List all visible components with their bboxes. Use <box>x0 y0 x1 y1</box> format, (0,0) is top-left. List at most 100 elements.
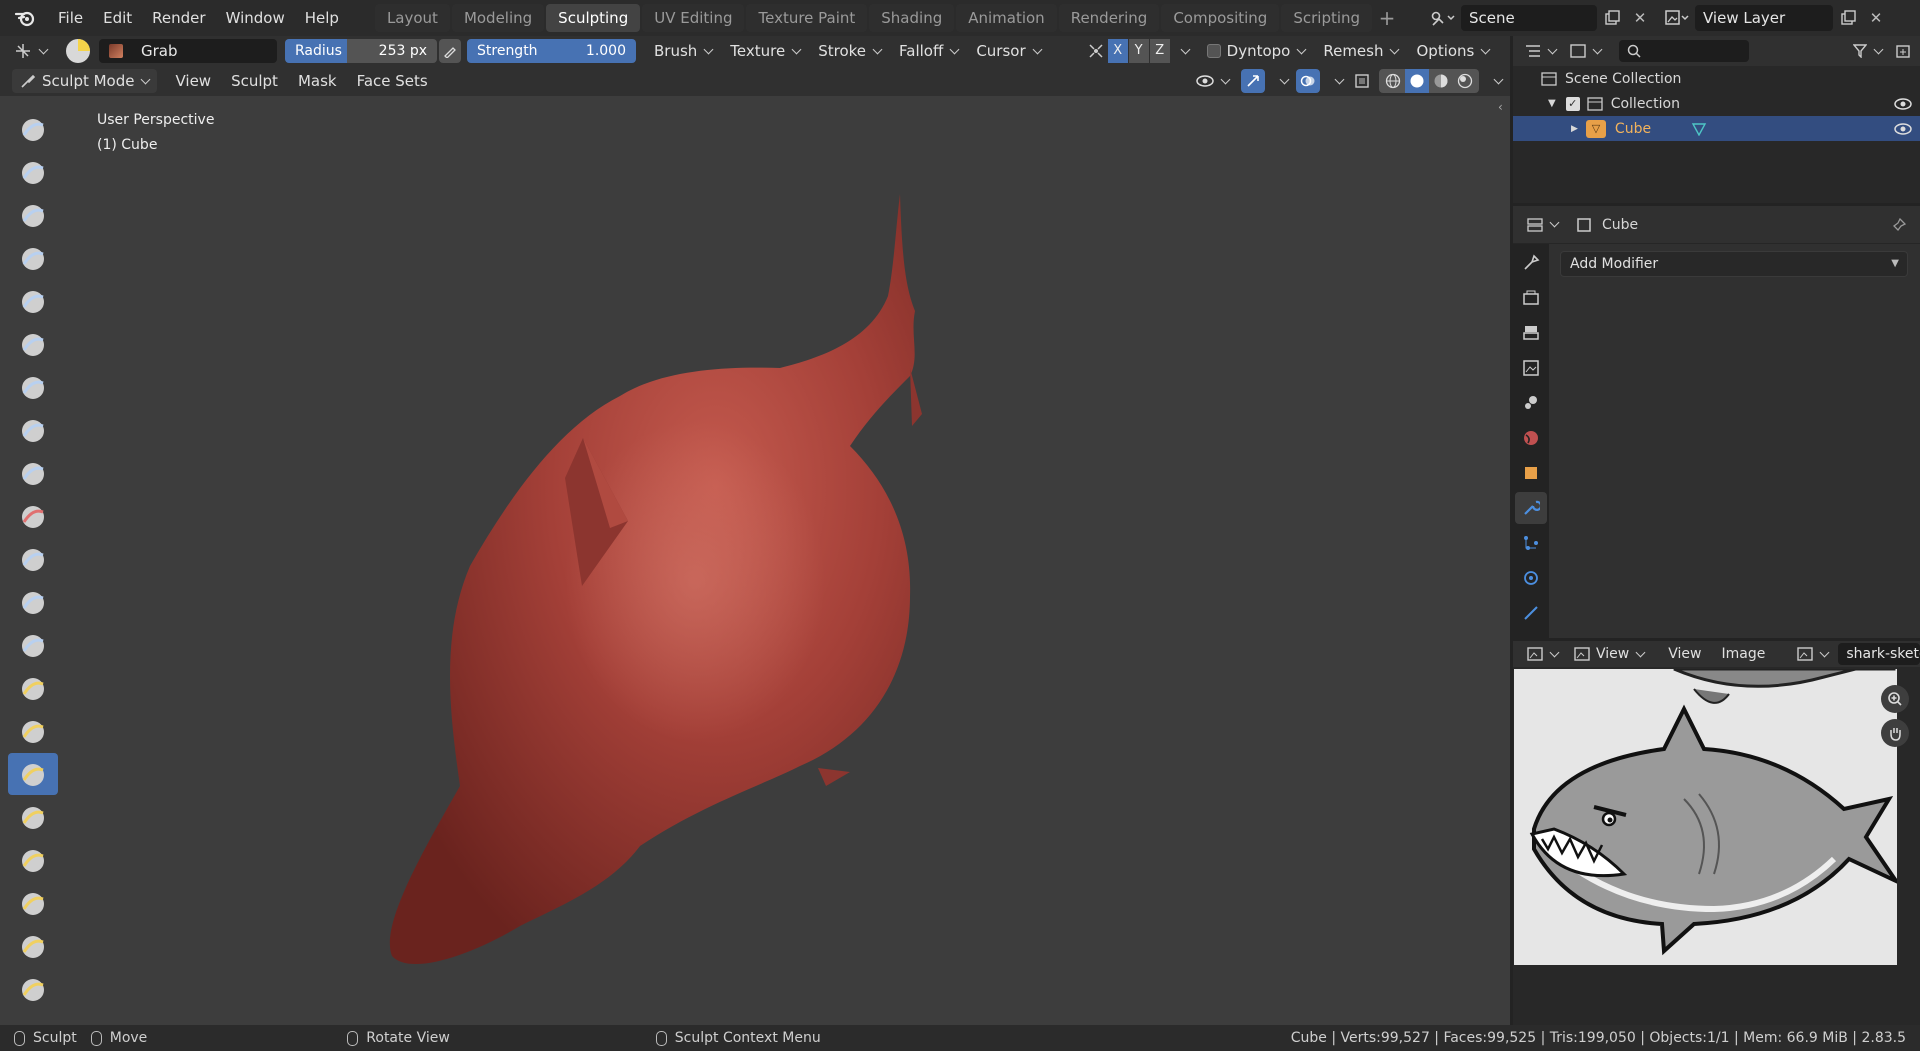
visibility-eye-icon[interactable] <box>1894 97 1912 110</box>
pin-icon[interactable] <box>1892 217 1906 232</box>
modifier-tab-icon[interactable] <box>1515 492 1547 524</box>
visibility-eye-icon[interactable] <box>1894 122 1912 135</box>
brush-menu[interactable]: Brush <box>648 39 718 63</box>
view-layer-icon[interactable] <box>1659 4 1695 32</box>
shading-dropdown[interactable] <box>1485 69 1504 93</box>
blender-logo-icon[interactable] <box>10 3 40 33</box>
output-tab-icon[interactable] <box>1515 317 1547 349</box>
delete-view-layer-icon[interactable]: ✕ <box>1863 5 1889 31</box>
image-name-field[interactable]: shark-sketche <box>1838 643 1920 665</box>
tab-texture-paint[interactable]: Texture Paint <box>746 4 868 32</box>
reference-image-canvas[interactable] <box>1514 669 1897 965</box>
delete-scene-icon[interactable]: ✕ <box>1627 5 1653 31</box>
tab-shading[interactable]: Shading <box>869 4 955 32</box>
particles-tab-icon[interactable] <box>1515 527 1547 559</box>
menu-sculpt[interactable]: Sculpt <box>225 69 284 93</box>
tab-layout[interactable]: Layout <box>374 4 450 32</box>
constraints-tab-icon[interactable] <box>1515 597 1547 629</box>
display-mode-icon[interactable] <box>1564 39 1607 63</box>
new-scene-icon[interactable] <box>1599 5 1625 31</box>
zoom-icon[interactable] <box>1881 685 1909 713</box>
dyntopo-menu[interactable]: Dyntopo <box>1221 39 1312 63</box>
menu-face-sets[interactable]: Face Sets <box>351 69 434 93</box>
menu-window[interactable]: Window <box>216 4 295 32</box>
mesh-data-icon[interactable] <box>1691 122 1707 136</box>
tab-compositing[interactable]: Compositing <box>1161 4 1280 32</box>
solid-shading-icon[interactable] <box>1405 69 1429 93</box>
tab-sculpting[interactable]: Sculpting <box>546 4 641 32</box>
wireframe-shading-icon[interactable] <box>1381 73 1405 89</box>
stroke-menu[interactable]: Stroke <box>812 39 887 63</box>
brush-name-field[interactable]: Grab <box>99 39 277 63</box>
new-view-layer-icon[interactable] <box>1835 5 1861 31</box>
image-editor-type-icon[interactable] <box>1521 642 1564 666</box>
options-menu[interactable]: Options <box>1410 39 1495 63</box>
3d-viewport[interactable]: User Perspective (1) Cube ‹ <box>0 96 1510 1025</box>
menu-edit[interactable]: Edit <box>93 4 142 32</box>
world-tab-icon[interactable] <box>1515 422 1547 454</box>
brush-preview-icon[interactable] <box>63 38 93 64</box>
menu-file[interactable]: File <box>48 4 93 32</box>
mirror-y-toggle[interactable]: Y <box>1128 39 1149 63</box>
render-tab-icon[interactable] <box>1515 282 1547 314</box>
texture-menu[interactable]: Texture <box>724 39 806 63</box>
symmetry-options-dropdown[interactable] <box>1170 39 1193 63</box>
dyntopo-checkbox[interactable] <box>1206 44 1221 58</box>
xray-toggle-icon[interactable] <box>1351 70 1373 92</box>
menu-render[interactable]: Render <box>142 4 215 32</box>
editor-type-icon[interactable] <box>8 39 53 63</box>
menu-view[interactable]: View <box>169 69 217 93</box>
mirror-z-toggle[interactable]: Z <box>1149 39 1170 63</box>
tab-uv-editing[interactable]: UV Editing <box>642 4 745 32</box>
view-layer-tab-icon[interactable] <box>1515 352 1547 384</box>
tab-modeling[interactable]: Modeling <box>451 4 545 32</box>
object-tab-icon[interactable] <box>1515 457 1547 489</box>
outliner-editor-type-icon[interactable] <box>1519 39 1562 63</box>
outliner-collection[interactable]: ▼ ✓ Collection <box>1513 91 1920 116</box>
gizmo-dropdown[interactable] <box>1271 69 1290 93</box>
menu-mask[interactable]: Mask <box>292 69 343 93</box>
overlays-dropdown[interactable] <box>1326 69 1345 93</box>
material-shading-icon[interactable] <box>1429 73 1453 89</box>
collection-checkbox[interactable]: ✓ <box>1565 96 1580 111</box>
expand-arrow-icon[interactable]: ▶ <box>1571 124 1578 134</box>
properties-editor-type-icon[interactable] <box>1521 213 1564 237</box>
new-collection-icon[interactable] <box>1890 38 1916 64</box>
tab-rendering[interactable]: Rendering <box>1058 4 1160 32</box>
tool-tab-icon[interactable] <box>1515 247 1547 279</box>
outliner-object-cube[interactable]: ▶ ▽ Cube <box>1513 116 1920 141</box>
add-workspace-button[interactable]: + <box>1374 4 1400 32</box>
pressure-pen-icon[interactable] <box>439 39 461 63</box>
mode-selector[interactable]: Sculpt Mode <box>12 69 158 93</box>
falloff-menu[interactable]: Falloff <box>893 39 964 63</box>
symmetry-icon[interactable] <box>1087 39 1107 63</box>
remesh-menu[interactable]: Remesh <box>1317 39 1404 63</box>
outliner-scene-collection[interactable]: Scene Collection <box>1513 66 1920 91</box>
image-view-mode[interactable]: View <box>1568 642 1650 666</box>
filter-icon[interactable] <box>1847 39 1888 63</box>
strength-slider[interactable]: Strength 1.000 <box>467 39 636 63</box>
visibility-eye-icon[interactable] <box>1190 69 1235 93</box>
scene-name-field[interactable]: Scene <box>1461 5 1597 31</box>
image-browse-icon[interactable] <box>1791 642 1834 666</box>
menu-help[interactable]: Help <box>295 4 349 32</box>
physics-tab-icon[interactable] <box>1515 562 1547 594</box>
pan-hand-icon[interactable] <box>1881 719 1909 747</box>
expand-arrow-icon[interactable]: ▼ <box>1548 98 1556 109</box>
gizmo-toggle-icon[interactable] <box>1241 69 1265 93</box>
outliner-search-input[interactable] <box>1619 40 1749 62</box>
view-layer-field[interactable]: View Layer <box>1695 5 1833 31</box>
image-menu-view[interactable]: View <box>1662 642 1707 666</box>
mirror-x-toggle[interactable]: X <box>1107 39 1128 63</box>
tab-animation[interactable]: Animation <box>956 4 1057 32</box>
add-modifier-dropdown[interactable]: Add Modifier ▼ <box>1560 251 1908 277</box>
image-menu-image[interactable]: Image <box>1715 642 1771 666</box>
radius-slider[interactable]: Radius 253 px <box>285 39 437 63</box>
scene-tab-icon[interactable] <box>1515 387 1547 419</box>
scene-icon[interactable] <box>1425 4 1461 32</box>
overlays-toggle-icon[interactable] <box>1296 69 1320 93</box>
sculpt-brush-icon <box>21 74 36 88</box>
cursor-menu[interactable]: Cursor <box>970 39 1046 63</box>
rendered-shading-icon[interactable] <box>1453 73 1477 89</box>
tab-scripting[interactable]: Scripting <box>1281 4 1373 32</box>
